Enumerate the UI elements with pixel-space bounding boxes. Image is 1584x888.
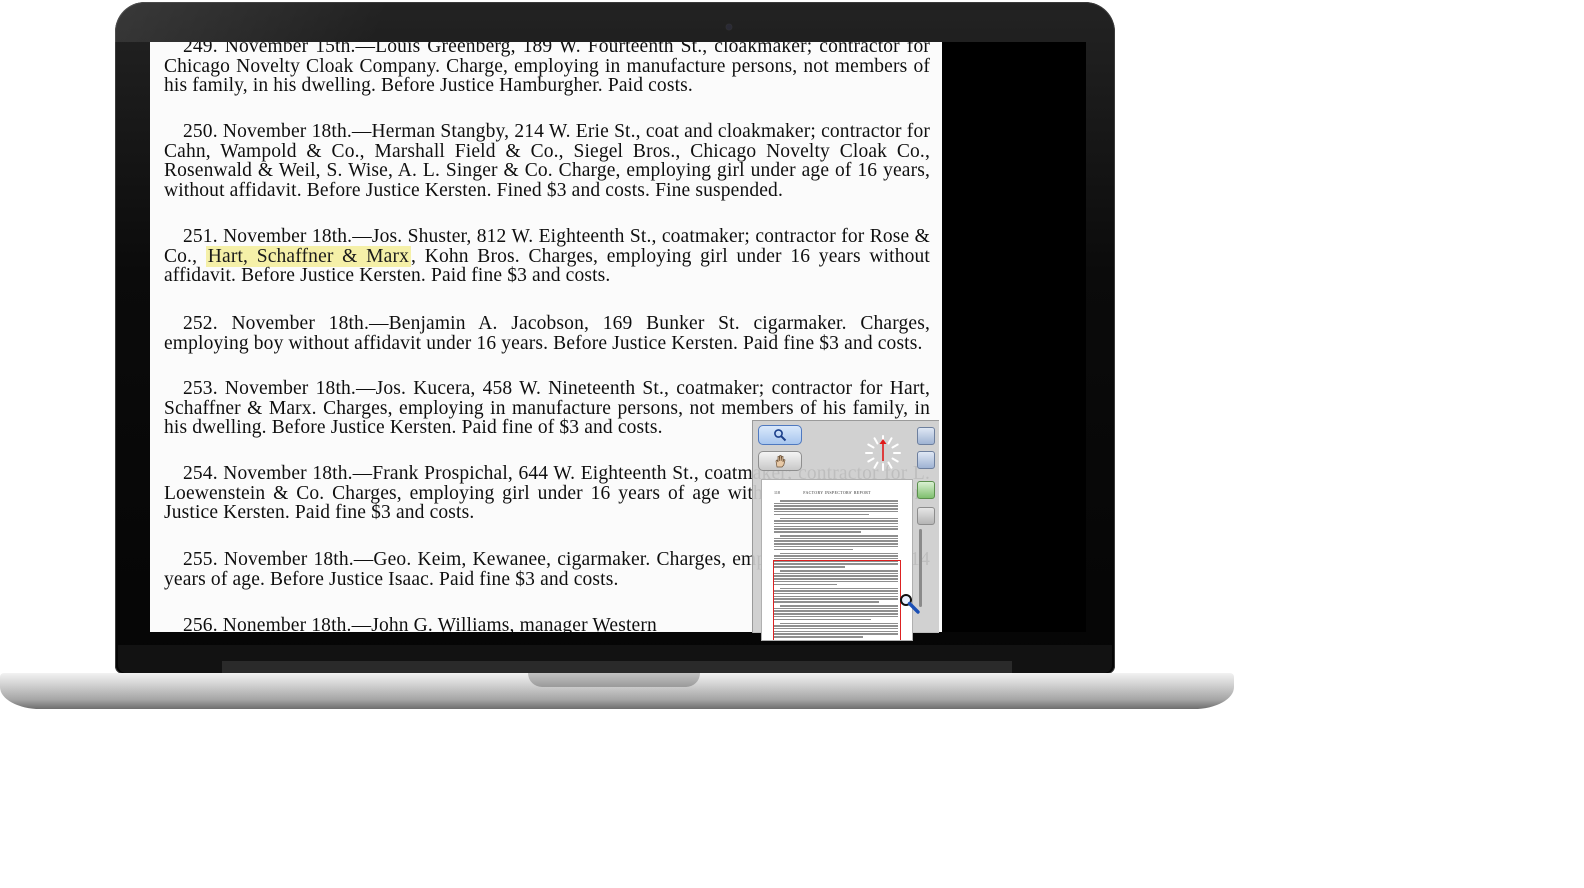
fit-width-button[interactable] [917,451,935,469]
paragraph-252: 252. November 18th.—Benjamin A. Jacobson… [164,313,930,354]
thumbnail-line [774,537,898,540]
thumbnail-line [774,543,898,545]
thumbnail-line [774,505,898,507]
zoom-tool-button[interactable] [758,425,802,445]
lid-opening-notch [528,673,700,687]
thumbnail-line [774,540,898,542]
thumbnail-line [780,552,898,555]
thumbnail-line [774,520,898,522]
thumbnail-line [774,513,869,516]
magnifier-icon [774,429,787,442]
viewport-indicator[interactable] [773,560,901,640]
thumbnail-line [780,517,898,520]
thumbnail-line [774,522,898,525]
paragraph-251: 251. November 18th.—Jos. Shuster, 812 W.… [164,227,930,286]
loading-spinner-icon [865,435,901,471]
zoom-in-button[interactable] [917,481,935,499]
thumbnail-page-number: 118 [774,490,780,495]
paragraph-250: 250. November 18th.—Herman Stangby, 214 … [164,121,930,201]
thumbnail-line [774,548,853,551]
magnifier-cursor-icon [900,594,920,614]
thumbnail-line [774,510,898,513]
thumbnail-running-head: FACTORY INSPECTORS' REPORT [803,490,871,495]
thumbnail-line [774,525,898,528]
thumbnail-line [774,528,898,530]
lid-shine [115,2,495,42]
thumbnail-line [774,508,898,510]
bezel-strip [222,661,1012,673]
navigator-panel[interactable]: 118 FACTORY INSPECTORS' REPORT [752,420,939,641]
thumbnail-line [774,545,898,548]
paragraph-249: 249. November 15th.—Louis Greenberg, 189… [164,42,930,97]
search-highlight[interactable]: Hart, Schaffner & Marx [205,245,412,267]
fit-page-button[interactable] [917,427,935,445]
thumbnail-line [774,531,861,533]
thumbnail-line [774,502,898,505]
zoom-out-button[interactable] [917,507,935,525]
thumbnail-line [780,535,898,537]
pan-tool-button[interactable] [758,451,802,471]
thumbnail-line [774,555,898,557]
hand-icon [775,455,786,468]
webcam [726,24,732,30]
thumbnail-line [780,500,898,502]
page-thumbnail[interactable]: 118 FACTORY INSPECTORS' REPORT [761,479,913,641]
thumbnail-line [780,640,898,641]
